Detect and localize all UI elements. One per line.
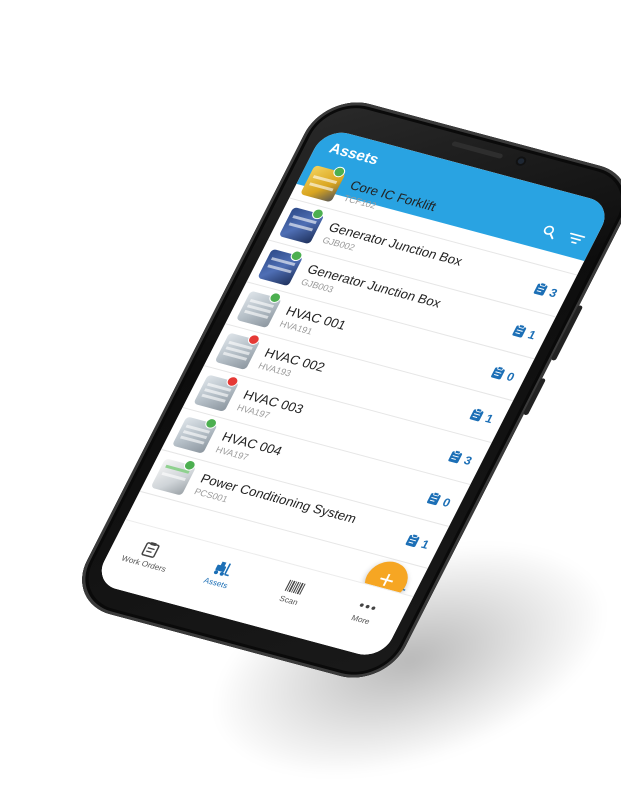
count-value: 3 (547, 285, 561, 300)
phone-device: Assets Core IC Forklift TCF102 Generator… (65, 92, 621, 688)
nav-assets[interactable]: Assets (187, 554, 254, 594)
nav-label: More (349, 613, 372, 627)
work-order-count[interactable]: 3 (447, 449, 475, 468)
work-order-count[interactable]: 3 (533, 281, 561, 300)
speaker-grille (451, 140, 504, 159)
nav-scan[interactable]: Scan (260, 574, 326, 612)
count-value: 0 (440, 494, 454, 510)
phone-wrap: Assets Core IC Forklift TCF102 Generator… (0, 0, 621, 796)
forklift-icon (213, 561, 231, 577)
work-order-count[interactable]: 0 (490, 365, 518, 384)
count-value: 1 (418, 536, 432, 552)
nav-more[interactable]: More (331, 593, 397, 631)
clipboard-list-icon (141, 542, 160, 558)
power-button (522, 377, 547, 416)
count-value: 0 (504, 369, 518, 384)
front-camera-icon (513, 155, 529, 168)
work-order-count[interactable]: 1 (511, 323, 539, 342)
count-value: 1 (525, 327, 539, 342)
count-value: 3 (461, 452, 475, 468)
work-order-count[interactable]: 0 (426, 491, 453, 509)
nav-label: Scan (277, 594, 300, 607)
nav-work-orders[interactable]: Work Orders (115, 535, 182, 575)
stage: Assets Core IC Forklift TCF102 Generator… (0, 0, 621, 796)
more-dots-icon (359, 603, 376, 610)
work-order-count[interactable]: 1 (469, 407, 496, 426)
nav-label: Work Orders (119, 553, 168, 574)
work-order-count[interactable]: 1 (404, 533, 432, 552)
asset-list: Core IC Forklift TCF102 Generator Juncti… (118, 156, 599, 611)
count-value: 1 (483, 411, 496, 426)
barcode-icon (284, 579, 306, 595)
